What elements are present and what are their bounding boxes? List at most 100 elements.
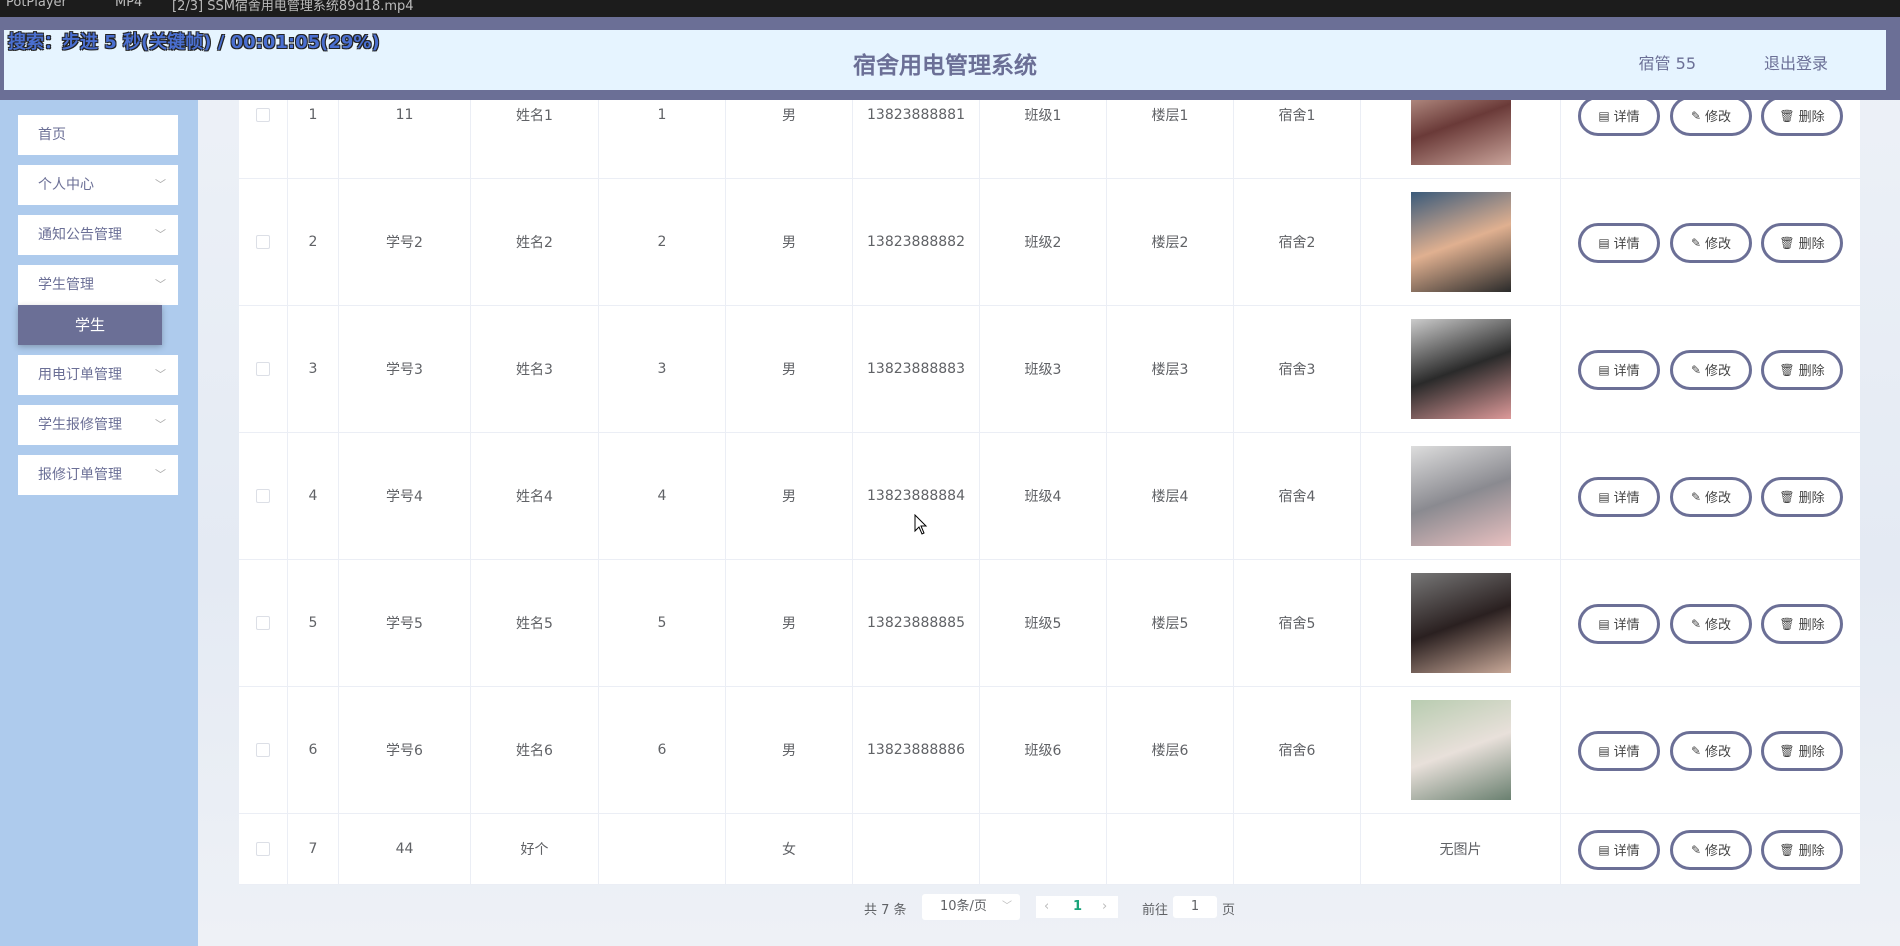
delete-button[interactable]: 🗑 删除 [1761,222,1843,263]
document-icon: ▤ [1598,489,1610,504]
row-checkbox[interactable] [256,362,270,376]
sidebar-item-5[interactable]: 学生报修管理 ﹀ [18,405,178,445]
edit-button[interactable]: ✎ 修改 [1670,829,1752,870]
student-photo [1410,192,1511,292]
table-cell: 5 [288,560,339,686]
goto-page-input[interactable]: 1 [1173,896,1217,918]
sidebar-item-6[interactable]: 报修订单管理 ﹀ [18,455,178,495]
edit-button[interactable]: ✎ 修改 [1670,730,1752,771]
detail-button[interactable]: ▤ 详情 [1578,222,1660,263]
delete-button[interactable]: 🗑 删除 [1761,476,1843,517]
table-cell [239,814,288,884]
detail-label: 详情 [1613,844,1640,859]
table-cell: 楼层6 [1107,687,1234,813]
edit-label: 修改 [1705,844,1732,859]
document-icon: ▤ [1598,108,1610,123]
row-checkbox[interactable] [256,616,270,630]
table-cell [1361,179,1561,305]
delete-button[interactable]: 🗑 删除 [1761,349,1843,390]
table-cell [239,179,288,305]
table-cell: 女 [726,814,853,884]
table-cell: 男 [726,433,853,559]
sidebar-item-3[interactable]: 学生管理 ﹀ [18,265,178,305]
student-photo [1410,446,1511,546]
prev-page-button[interactable]: ‹ [1044,896,1049,918]
table-row: 4 学号4 姓名4 4 男 13823888884 班级4 楼层4 宿舍4 ▤ 详情 ✎ 修改 🗑 删除 [239,433,1860,560]
chevron-down-icon: ﹀ [155,178,166,191]
page-size-select[interactable]: 10条/页 ﹀ [922,894,1020,920]
table-cell: 姓名4 [471,433,599,559]
edit-button[interactable]: ✎ 修改 [1670,349,1752,390]
player-file-name: [2/3] SSM宿舍用电管理系统89d18.mp4 [172,0,414,14]
detail-button[interactable]: ▤ 详情 [1578,603,1660,644]
edit-button[interactable]: ✎ 修改 [1670,476,1752,517]
row-checkbox[interactable] [256,235,270,249]
player-osd-message: 搜索：步进 5 秒(关键帧) / 00:01:05(29%) [8,32,380,53]
delete-button[interactable]: 🗑 删除 [1761,829,1843,870]
no-image-text: 无图片 [1439,842,1482,858]
table-cell: 宿舍4 [1234,433,1361,559]
sidebar-item-4[interactable]: 用电订单管理 ﹀ [18,355,178,395]
cell-sex: 男 [782,235,796,251]
cell-sex: 男 [782,743,796,759]
detail-button[interactable]: ▤ 详情 [1578,730,1660,771]
table-cell: ▤ 详情 ✎ 修改 🗑 删除 [1561,560,1860,686]
edit-button[interactable]: ✎ 修改 [1670,95,1752,136]
sidebar-item-label: 通知公告管理 [38,227,122,243]
delete-label: 删除 [1798,618,1825,633]
table-cell: 5 [599,560,726,686]
sidebar-item-label: 学生报修管理 [38,417,122,433]
player-format: MP4 [115,0,143,10]
table-cell: 楼层2 [1107,179,1234,305]
table-cell: 4 [288,433,339,559]
table-cell [1361,306,1561,432]
table-cell: 楼层5 [1107,560,1234,686]
sidebar-item-0[interactable]: 首页 [18,115,178,155]
detail-button[interactable]: ▤ 详情 [1578,349,1660,390]
table-cell: 姓名2 [471,179,599,305]
cell-no: 学号2 [386,235,423,251]
document-icon: ▤ [1598,616,1610,631]
sidebar-item-label: 学生管理 [38,277,94,293]
next-page-button[interactable]: › [1102,896,1107,918]
table-cell: 楼层3 [1107,306,1234,432]
delete-button[interactable]: 🗑 删除 [1761,730,1843,771]
page-number-current[interactable]: 1 [1073,896,1082,918]
sidebar-item-2[interactable]: 通知公告管理 ﹀ [18,215,178,255]
cell-phone: 13823888886 [867,742,965,758]
table-cell: 宿舍3 [1234,306,1361,432]
row-checkbox[interactable] [256,489,270,503]
detail-button[interactable]: ▤ 详情 [1578,829,1660,870]
pager-nav: ‹ 1 › [1036,896,1118,918]
logout-link[interactable]: 退出登录 [1764,50,1828,74]
detail-button[interactable]: ▤ 详情 [1578,95,1660,136]
detail-label: 详情 [1613,745,1640,760]
cell-name: 姓名2 [516,235,553,251]
pencil-icon: ✎ [1690,489,1702,504]
sidebar: 首页 个人中心 ﹀ 通知公告管理 ﹀ 学生管理 ﹀ 用电订单管理 ﹀ 学生报修管理 ﹀ 报修订单管理 ﹀… [0,100,198,946]
edit-button[interactable]: ✎ 修改 [1670,222,1752,263]
row-checkbox[interactable] [256,842,270,856]
table-cell: 班级5 [980,560,1107,686]
sidebar-item-1[interactable]: 个人中心 ﹀ [18,165,178,205]
table-cell: ▤ 详情 ✎ 修改 🗑 删除 [1561,433,1860,559]
table-cell: ▤ 详情 ✎ 修改 🗑 删除 [1561,814,1860,884]
table-cell: 13823888883 [853,306,980,432]
detail-label: 详情 [1613,491,1640,506]
detail-button[interactable]: ▤ 详情 [1578,476,1660,517]
delete-label: 删除 [1798,364,1825,379]
cell-name: 姓名1 [516,108,553,124]
delete-button[interactable]: 🗑 删除 [1761,95,1843,136]
row-checkbox[interactable] [256,108,270,122]
table-cell: 学号6 [339,687,471,813]
edit-button[interactable]: ✎ 修改 [1670,603,1752,644]
trash-icon: 🗑 [1779,616,1795,631]
row-checkbox[interactable] [256,743,270,757]
sidebar-subitem-student[interactable]: 学生 [18,305,162,345]
cell-dorm: 宿舍5 [1278,616,1316,632]
delete-button[interactable]: 🗑 删除 [1761,603,1843,644]
cell-dorm: 宿舍6 [1278,743,1316,759]
player-app-name[interactable]: PotPlayer [6,0,67,10]
goto-label: 前往 [1142,903,1169,918]
delete-label: 删除 [1798,745,1825,760]
